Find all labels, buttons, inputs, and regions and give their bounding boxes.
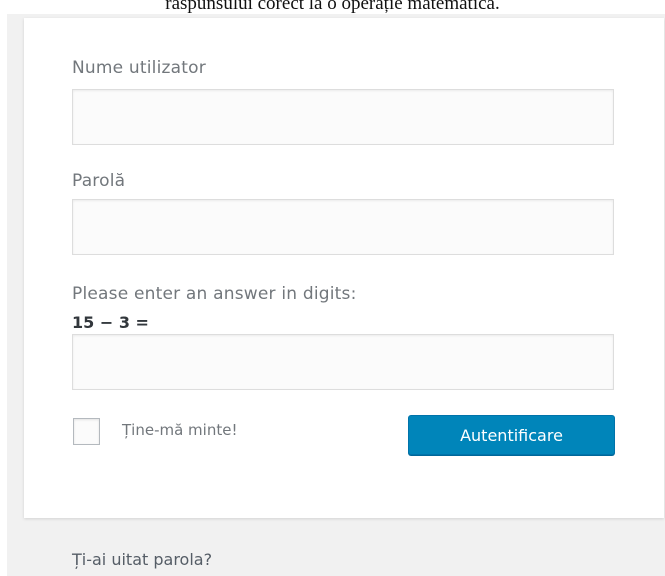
password-label: Parolă bbox=[72, 171, 126, 191]
page-caption: răspunsului corect la o operație matemat… bbox=[165, 0, 500, 14]
password-input[interactable] bbox=[72, 199, 614, 255]
lost-password-link[interactable]: Ți-ai uitat parola? bbox=[72, 550, 212, 569]
captcha-prompt: Please enter an answer in digits: bbox=[72, 284, 357, 304]
remember-me-checkbox[interactable] bbox=[73, 418, 100, 445]
username-label: Nume utilizator bbox=[72, 58, 206, 78]
login-submit-button[interactable]: Autentificare bbox=[408, 415, 615, 455]
username-input[interactable] bbox=[72, 89, 614, 145]
remember-me-label[interactable]: Ține-mă minte! bbox=[122, 421, 237, 439]
captcha-answer-input[interactable] bbox=[72, 334, 614, 390]
captcha-expression: 15 − 3 = bbox=[72, 313, 149, 332]
